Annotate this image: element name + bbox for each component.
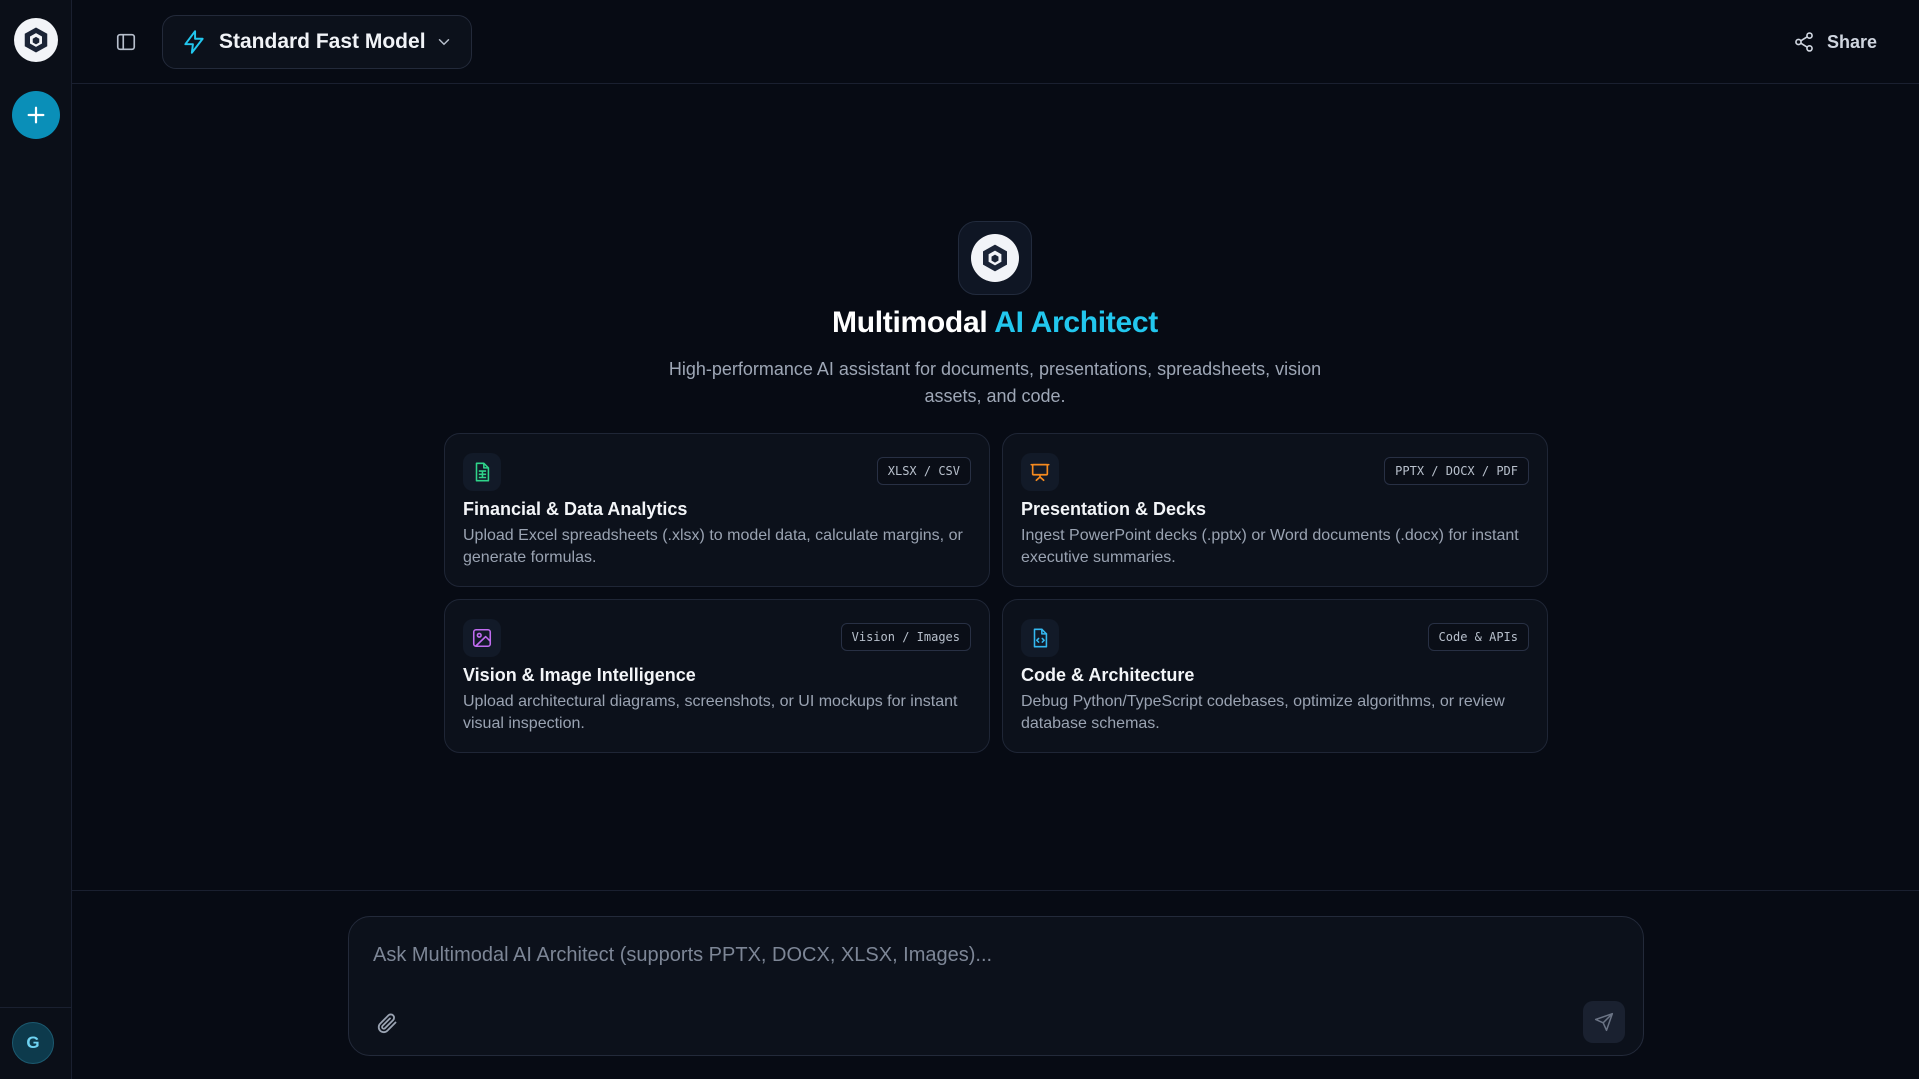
card-tag: PPTX / DOCX / PDF xyxy=(1384,457,1529,485)
card-presentation-decks[interactable]: PPTX / DOCX / PDF Presentation & Decks I… xyxy=(1002,433,1548,587)
composer-box xyxy=(348,916,1644,1056)
presentation-icon xyxy=(1030,463,1050,482)
card-title: Presentation & Decks xyxy=(1021,499,1207,519)
hero-logo-badge xyxy=(971,234,1019,282)
card-description: Ingest PowerPoint decks (.pptx) or Word … xyxy=(1021,527,1519,566)
model-selector-label: Standard Fast Model xyxy=(219,30,426,53)
model-selector[interactable]: Standard Fast Model xyxy=(162,15,472,69)
composer-area xyxy=(72,890,1919,1079)
card-description: Upload Excel spreadsheets (.xlsx) to mod… xyxy=(463,527,963,566)
sidebar-panel-icon xyxy=(116,33,136,51)
card-vision-intelligence[interactable]: Vision / Images Vision & Image Intellige… xyxy=(444,599,990,753)
hero-title-accent: AI Architect xyxy=(994,306,1158,339)
card-tag: Code & APIs xyxy=(1427,623,1529,651)
top-header: Standard Fast Model Share xyxy=(72,0,1919,84)
card-icon-box xyxy=(1021,453,1059,491)
sidebar-toggle-button[interactable] xyxy=(112,28,140,56)
hero-title: Multimodal AI Architect xyxy=(0,306,1919,340)
share-button[interactable]: Share xyxy=(1793,28,1877,56)
card-description: Upload architectural diagrams, screensho… xyxy=(463,693,958,732)
image-icon xyxy=(472,628,492,648)
card-icon-box xyxy=(1021,619,1059,657)
left-rail: G xyxy=(0,0,72,1079)
hero-subtitle: High-performance AI assistant for docume… xyxy=(668,359,1322,406)
cube-logo-icon xyxy=(24,27,48,53)
card-icon-box xyxy=(463,619,501,657)
share-icon xyxy=(1795,32,1813,52)
hero-logo xyxy=(958,221,1032,295)
card-financial-analytics[interactable]: XLSX / CSV Financial & Data Analytics Up… xyxy=(444,433,990,587)
card-code-architecture[interactable]: Code & APIs Code & Architecture Debug Py… xyxy=(1002,599,1548,753)
card-tag: XLSX / CSV xyxy=(876,457,971,485)
lightning-bolt-icon xyxy=(184,30,204,54)
app-root: G Standard Fast Model Share Multimodal A… xyxy=(0,0,1919,1079)
card-title: Code & Architecture xyxy=(1021,665,1195,685)
user-avatar[interactable]: G xyxy=(12,1022,54,1064)
hero-title-main: Multimodal xyxy=(832,306,988,339)
send-button[interactable] xyxy=(1583,1001,1625,1043)
attach-button[interactable] xyxy=(373,1009,401,1037)
card-title: Vision & Image Intelligence xyxy=(463,665,696,685)
paperclip-icon xyxy=(377,1013,397,1034)
chat-input[interactable] xyxy=(373,935,1613,975)
rail-footer: G xyxy=(0,1007,72,1079)
share-label: Share xyxy=(1826,31,1877,52)
new-chat-button[interactable] xyxy=(12,91,60,139)
chevron-down-icon xyxy=(438,39,450,46)
card-title: Financial & Data Analytics xyxy=(463,499,688,519)
plus-icon xyxy=(27,106,45,124)
card-tag: Vision / Images xyxy=(840,623,971,651)
code-file-icon xyxy=(1033,628,1048,648)
cube-logo-icon xyxy=(983,244,1007,272)
card-description: Debug Python/TypeScript codebases, optim… xyxy=(1021,693,1505,732)
spreadsheet-icon xyxy=(475,462,490,482)
card-icon-box xyxy=(463,453,501,491)
app-logo[interactable] xyxy=(14,18,58,62)
send-paper-plane-icon xyxy=(1594,1012,1614,1032)
